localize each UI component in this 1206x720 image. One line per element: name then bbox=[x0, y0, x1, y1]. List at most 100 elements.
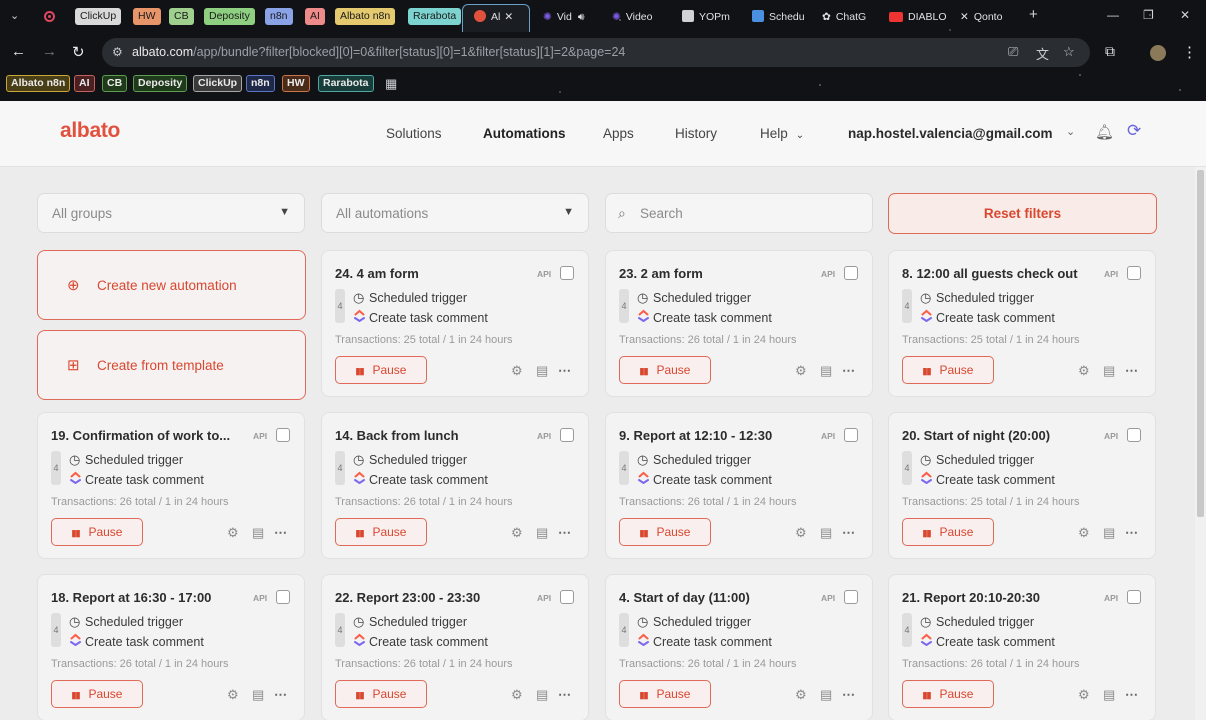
automation-title[interactable]: 24. 4 am form bbox=[335, 266, 525, 281]
pause-button[interactable]: ▮▮ Pause bbox=[902, 518, 994, 546]
automation-card[interactable]: 23. 2 am form API 4 ◷ Scheduled trigger … bbox=[605, 250, 873, 397]
select-checkbox[interactable] bbox=[560, 266, 574, 280]
speaker-icon[interactable]: 🔊︎ bbox=[578, 11, 585, 23]
search-input[interactable]: ⌕ Search bbox=[605, 193, 873, 233]
automation-title[interactable]: 21. Report 20:10-20:30 bbox=[902, 590, 1092, 605]
more-options-icon[interactable]: ⋯ bbox=[1125, 525, 1138, 541]
automation-title[interactable]: 14. Back from lunch bbox=[335, 428, 525, 443]
api-label[interactable]: API bbox=[821, 593, 835, 603]
settings-gear-icon[interactable]: ⚙ bbox=[1078, 687, 1090, 703]
settings-gear-icon[interactable]: ⚙ bbox=[227, 687, 239, 703]
albato-logo[interactable]: albato bbox=[60, 119, 120, 143]
more-options-icon[interactable]: ⋯ bbox=[558, 363, 571, 379]
logs-icon[interactable]: ▤ bbox=[820, 687, 832, 703]
pause-button[interactable]: ▮▮ Pause bbox=[619, 680, 711, 708]
select-checkbox[interactable] bbox=[560, 590, 574, 604]
url-text[interactable]: albato.com/app/bundle?filter[blocked][0]… bbox=[132, 45, 625, 59]
api-label[interactable]: API bbox=[1104, 593, 1118, 603]
tab-group-deposity[interactable]: Deposity bbox=[204, 8, 255, 25]
automation-title[interactable]: 22. Report 23:00 - 23:30 bbox=[335, 590, 525, 605]
settings-gear-icon[interactable]: ⚙ bbox=[1078, 525, 1090, 541]
pause-button[interactable]: ▮▮ Pause bbox=[335, 680, 427, 708]
more-options-icon[interactable]: ⋯ bbox=[842, 363, 855, 379]
tab-albato[interactable]: Al ✕ bbox=[474, 6, 526, 28]
automation-card[interactable]: 21. Report 20:10-20:30 API 4 ◷ Scheduled… bbox=[888, 574, 1156, 720]
pause-button[interactable]: ▮▮ Pause bbox=[335, 356, 427, 384]
api-label[interactable]: API bbox=[253, 431, 267, 441]
tab-video-1[interactable]: ✺ Vid 🔊︎ bbox=[543, 6, 605, 28]
api-label[interactable]: API bbox=[821, 269, 835, 279]
close-icon[interactable]: ✕ bbox=[504, 11, 513, 23]
automation-title[interactable]: 19. Confirmation of work to... bbox=[51, 428, 241, 443]
minimize-icon[interactable]: — bbox=[1107, 8, 1119, 22]
automation-card[interactable]: 19. Confirmation of work to... API 4 ◷ S… bbox=[37, 412, 305, 559]
automation-title[interactable]: 8. 12:00 all guests check out bbox=[902, 266, 1092, 281]
bell-icon[interactable]: 🔔︎ bbox=[1095, 123, 1114, 141]
nav-automations[interactable]: Automations bbox=[483, 126, 566, 141]
bookmark-n8n[interactable]: n8n bbox=[246, 75, 275, 92]
select-checkbox[interactable] bbox=[560, 428, 574, 442]
more-options-icon[interactable]: ⋯ bbox=[274, 525, 287, 541]
tab-group-hw[interactable]: HW bbox=[133, 8, 161, 25]
logs-icon[interactable]: ▤ bbox=[820, 363, 832, 379]
back-icon[interactable]: ← bbox=[11, 43, 26, 60]
pause-button[interactable]: ▮▮ Pause bbox=[619, 518, 711, 546]
automation-card[interactable]: 18. Report at 16:30 - 17:00 API 4 ◷ Sche… bbox=[37, 574, 305, 720]
more-options-icon[interactable]: ⋯ bbox=[558, 525, 571, 541]
translate-icon[interactable]: 文 bbox=[1036, 44, 1049, 63]
logs-icon[interactable]: ▤ bbox=[536, 525, 548, 541]
pause-button[interactable]: ▮▮ Pause bbox=[51, 680, 143, 708]
more-options-icon[interactable]: ⋯ bbox=[274, 687, 287, 703]
scrollbar-thumb[interactable] bbox=[1197, 170, 1204, 517]
restore-icon[interactable]: ❐ bbox=[1143, 8, 1154, 22]
bookmark-deposity[interactable]: Deposity bbox=[133, 75, 188, 92]
automation-title[interactable]: 9. Report at 12:10 - 12:30 bbox=[619, 428, 809, 443]
nav-apps[interactable]: Apps bbox=[603, 126, 634, 141]
automation-card[interactable]: 20. Start of night (20:00) API 4 ◷ Sched… bbox=[888, 412, 1156, 559]
logs-icon[interactable]: ▤ bbox=[252, 687, 264, 703]
automation-title[interactable]: 20. Start of night (20:00) bbox=[902, 428, 1092, 443]
more-options-icon[interactable]: ⋯ bbox=[842, 687, 855, 703]
api-label[interactable]: API bbox=[1104, 431, 1118, 441]
settings-gear-icon[interactable]: ⚙ bbox=[795, 687, 807, 703]
bookmark-rarabota[interactable]: Rarabota bbox=[318, 75, 374, 92]
logs-icon[interactable]: ▤ bbox=[1103, 363, 1115, 379]
logs-icon[interactable]: ▤ bbox=[1103, 525, 1115, 541]
select-checkbox[interactable] bbox=[1127, 266, 1141, 280]
logs-icon[interactable]: ▤ bbox=[820, 525, 832, 541]
more-options-icon[interactable]: ⋯ bbox=[1125, 363, 1138, 379]
nav-help[interactable]: Help ⌄ bbox=[760, 126, 804, 141]
pause-button[interactable]: ▮▮ Pause bbox=[51, 518, 143, 546]
tab-group-n8n[interactable]: n8n bbox=[265, 8, 293, 25]
settings-gear-icon[interactable]: ⚙ bbox=[1078, 363, 1090, 379]
api-label[interactable]: API bbox=[537, 431, 551, 441]
api-label[interactable]: API bbox=[537, 269, 551, 279]
select-checkbox[interactable] bbox=[276, 428, 290, 442]
api-label[interactable]: API bbox=[537, 593, 551, 603]
create-new-automation-button[interactable]: ⊕ Create new automation bbox=[37, 250, 306, 320]
more-options-icon[interactable]: ⋯ bbox=[558, 687, 571, 703]
nav-history[interactable]: History bbox=[675, 126, 717, 141]
automation-title[interactable]: 18. Report at 16:30 - 17:00 bbox=[51, 590, 241, 605]
tab-group-rarabota[interactable]: Rarabota bbox=[408, 8, 462, 25]
tab-chatgpt[interactable]: ✿ ChatG bbox=[822, 6, 878, 28]
tab-group-albato-n8n[interactable]: Albato n8n bbox=[335, 8, 396, 25]
automations-select[interactable]: All automations ▼ bbox=[321, 193, 589, 233]
address-bar[interactable]: ⚙ albato.com/app/bundle?filter[blocked][… bbox=[102, 38, 1090, 67]
tab-group-clickup[interactable]: ClickUp bbox=[75, 8, 122, 25]
select-checkbox[interactable] bbox=[844, 590, 858, 604]
tab-group-cb[interactable]: CB bbox=[169, 8, 194, 25]
automation-card[interactable]: 8. 12:00 all guests check out API 4 ◷ Sc… bbox=[888, 250, 1156, 397]
more-options-icon[interactable]: ⋯ bbox=[1125, 687, 1138, 703]
bookmark-ai[interactable]: AI bbox=[74, 75, 95, 92]
settings-gear-icon[interactable]: ⚙ bbox=[795, 525, 807, 541]
settings-gear-icon[interactable]: ⚙ bbox=[227, 525, 239, 541]
cast-icon[interactable]: ⎚ bbox=[1008, 44, 1018, 60]
bookmark-star-icon[interactable]: ☆ bbox=[1063, 44, 1075, 60]
select-checkbox[interactable] bbox=[1127, 590, 1141, 604]
tab-qonto[interactable]: ✕ Qonto bbox=[960, 6, 1012, 28]
select-checkbox[interactable] bbox=[844, 266, 858, 280]
settings-gear-icon[interactable]: ⚙ bbox=[795, 363, 807, 379]
bookmark-albato-n8n[interactable]: Albato n8n bbox=[6, 75, 71, 92]
api-label[interactable]: API bbox=[821, 431, 835, 441]
